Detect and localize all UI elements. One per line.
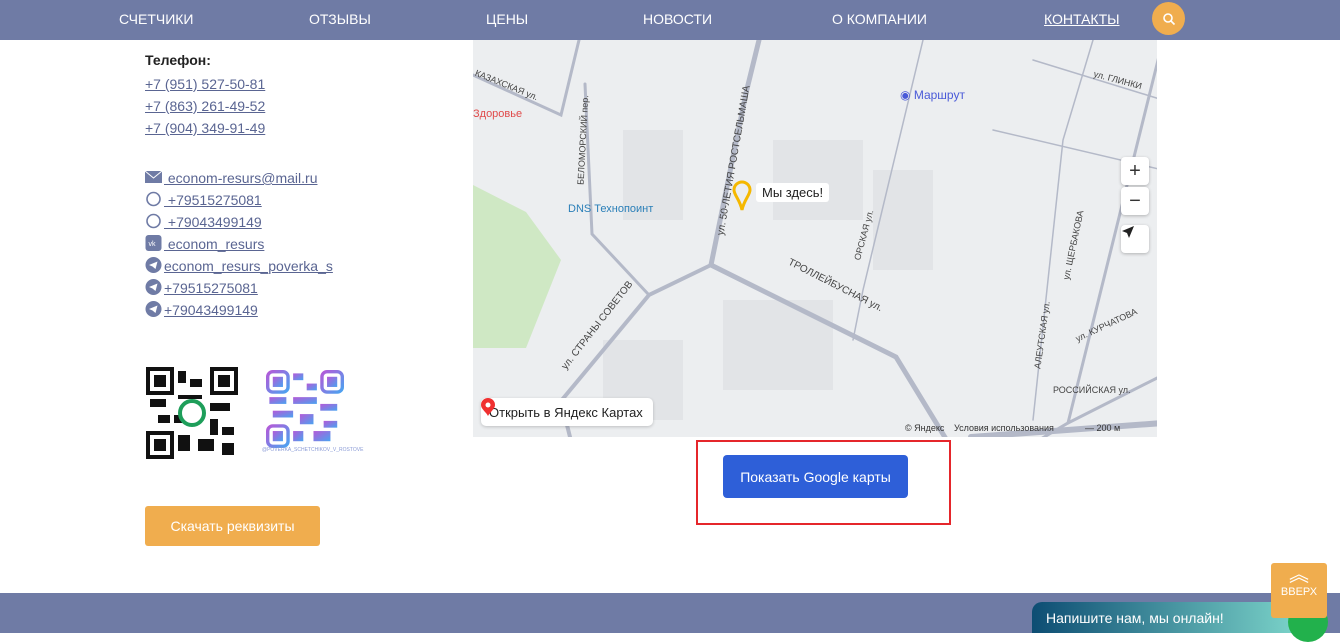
whatsapp-icon xyxy=(146,191,161,207)
nav-news[interactable]: НОВОСТИ xyxy=(643,11,712,27)
whatsapp-link[interactable]: +79043499149 xyxy=(145,211,333,233)
nav-prices[interactable]: ЦЕНЫ xyxy=(486,11,528,27)
map-pin-icon xyxy=(481,398,495,416)
geolocation-button[interactable] xyxy=(1121,225,1149,253)
nav-about[interactable]: О КОМПАНИИ xyxy=(832,11,927,27)
mail-icon xyxy=(145,170,162,183)
search-icon xyxy=(1162,12,1175,25)
map-scale: — 200 м xyxy=(1085,423,1121,433)
nav-counters[interactable]: СЧЕТЧИКИ xyxy=(119,11,193,27)
download-requisites-button[interactable]: Скачать реквизиты xyxy=(145,506,320,546)
whatsapp-link[interactable]: +79515275081 xyxy=(145,189,333,211)
scroll-up-button[interactable]: ︽ ВВЕРХ xyxy=(1271,563,1327,618)
telegram-icon xyxy=(145,257,162,273)
zoom-in-button[interactable]: + xyxy=(1121,157,1149,185)
double-chevron-up-icon: ︽ xyxy=(1289,564,1309,586)
online-chat-widget[interactable]: Напишите нам, мы онлайн! xyxy=(1032,602,1307,633)
phone-link[interactable]: +7 (951) 527-50-81 xyxy=(145,73,333,95)
yandex-map[interactable]: Мы здесь! ◉ Маршрут DNS Технопоинт Здоро… xyxy=(473,40,1157,437)
marker-label: Мы здесь! xyxy=(756,183,830,202)
telegram-link[interactable]: +79515275081 xyxy=(145,277,333,299)
phone-heading: Телефон: xyxy=(145,52,211,68)
telegram-link[interactable]: econom_resurs_poverka_s xyxy=(145,255,333,277)
phone-link[interactable]: +7 (904) 349-91-49 xyxy=(145,117,333,139)
telegram-icon xyxy=(145,301,162,317)
top-nav: СЧЕТЧИКИ ОТЗЫВЫ ЦЕНЫ НОВОСТИ О КОМПАНИИ … xyxy=(0,0,1340,40)
terms-link[interactable]: Условия использования xyxy=(954,423,1054,433)
email-link[interactable]: econom-resurs@mail.ru xyxy=(145,167,333,189)
map-roads xyxy=(473,40,1157,437)
telegram-link[interactable]: +79043499149 xyxy=(145,299,333,321)
open-in-yandex-button[interactable]: Открыть в Яндекс Картах xyxy=(481,398,653,426)
zoom-out-button[interactable]: − xyxy=(1121,187,1149,215)
scroll-up-label: ВВЕРХ xyxy=(1280,586,1318,598)
navigation-arrow-icon xyxy=(1122,226,1134,238)
nav-reviews[interactable]: ОТЗЫВЫ xyxy=(309,11,371,27)
whatsapp-qr-code xyxy=(146,367,238,459)
nav-contacts[interactable]: КОНТАКТЫ xyxy=(1044,11,1120,27)
contacts-block: Телефон: +7 (951) 527-50-81 +7 (863) 261… xyxy=(145,52,333,321)
qr-caption: @POVERKA_SCHETCHIKOV_V_ROSTOVE xyxy=(262,447,364,453)
street-label: РОССИЙСКАЯ ул. xyxy=(1053,385,1131,395)
dns-label: DNS Технопоинт xyxy=(568,203,654,215)
yandex-copyright: © Яндекс xyxy=(905,423,945,433)
telegram-qr-code xyxy=(266,370,344,448)
route-label[interactable]: ◉ Маршрут xyxy=(900,88,965,102)
search-button[interactable] xyxy=(1152,2,1185,35)
show-google-maps-button[interactable]: Показать Google карты xyxy=(723,455,908,498)
vk-icon: vk xyxy=(145,235,162,251)
whatsapp-icon xyxy=(146,213,161,229)
telegram-icon xyxy=(145,279,162,295)
health-label: Здоровье xyxy=(473,108,523,120)
svg-text:vk: vk xyxy=(149,241,157,248)
phone-link[interactable]: +7 (863) 261-49-52 xyxy=(145,95,333,117)
vk-link[interactable]: vk econom_resurs xyxy=(145,233,333,255)
